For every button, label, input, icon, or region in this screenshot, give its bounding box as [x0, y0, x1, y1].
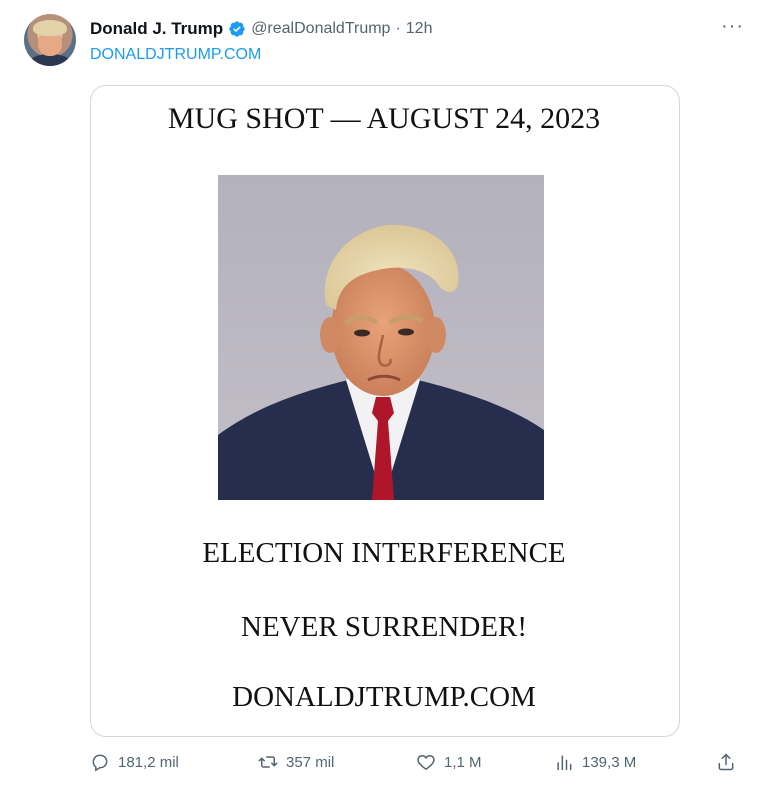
mugshot-photo	[218, 175, 544, 500]
verified-badge-icon	[229, 21, 245, 37]
tweet-actions: 181,2 mil 357 mil 1,1 M 139,3 M	[90, 752, 740, 776]
card-title: MUG SHOT — AUGUST 24, 2023	[167, 102, 601, 135]
reply-icon	[92, 754, 108, 772]
avatar[interactable]	[24, 14, 76, 66]
separator-dot: ·	[395, 20, 401, 37]
like-icon	[417, 754, 435, 770]
views-button[interactable]: 139,3 M	[554, 752, 636, 772]
card-line-election: ELECTION INTERFERENCE	[202, 537, 566, 569]
author-name[interactable]: Donald J. Trump	[90, 19, 223, 39]
views-count: 139,3 M	[582, 753, 637, 771]
reply-count: 181,2 mil	[118, 753, 179, 771]
card-line-surrender: NEVER SURRENDER!	[241, 611, 527, 643]
like-button[interactable]: 1,1 M	[416, 752, 482, 772]
reply-button[interactable]: 181,2 mil	[90, 752, 179, 772]
tweet-link[interactable]: DONALDJTRUMP.COM	[90, 46, 261, 64]
author-handle[interactable]: @realDonaldTrump	[251, 20, 390, 38]
timestamp[interactable]: 12h	[406, 20, 433, 38]
views-icon	[557, 755, 572, 771]
tweet[interactable]: Donald J. Trump @realDonaldTrump · 12h ·…	[0, 0, 768, 796]
share-icon	[718, 753, 734, 771]
avatar-hair	[33, 20, 67, 36]
tweet-header: Donald J. Trump @realDonaldTrump · 12h	[90, 18, 432, 40]
card-line-website: DONALDJTRUMP.COM	[232, 681, 536, 713]
retweet-icon	[258, 756, 278, 768]
retweet-button[interactable]: 357 mil	[258, 752, 334, 772]
retweet-count: 357 mil	[286, 753, 335, 771]
like-count: 1,1 M	[444, 753, 482, 771]
more-icon[interactable]: ···	[721, 16, 744, 36]
share-button[interactable]	[716, 752, 736, 772]
